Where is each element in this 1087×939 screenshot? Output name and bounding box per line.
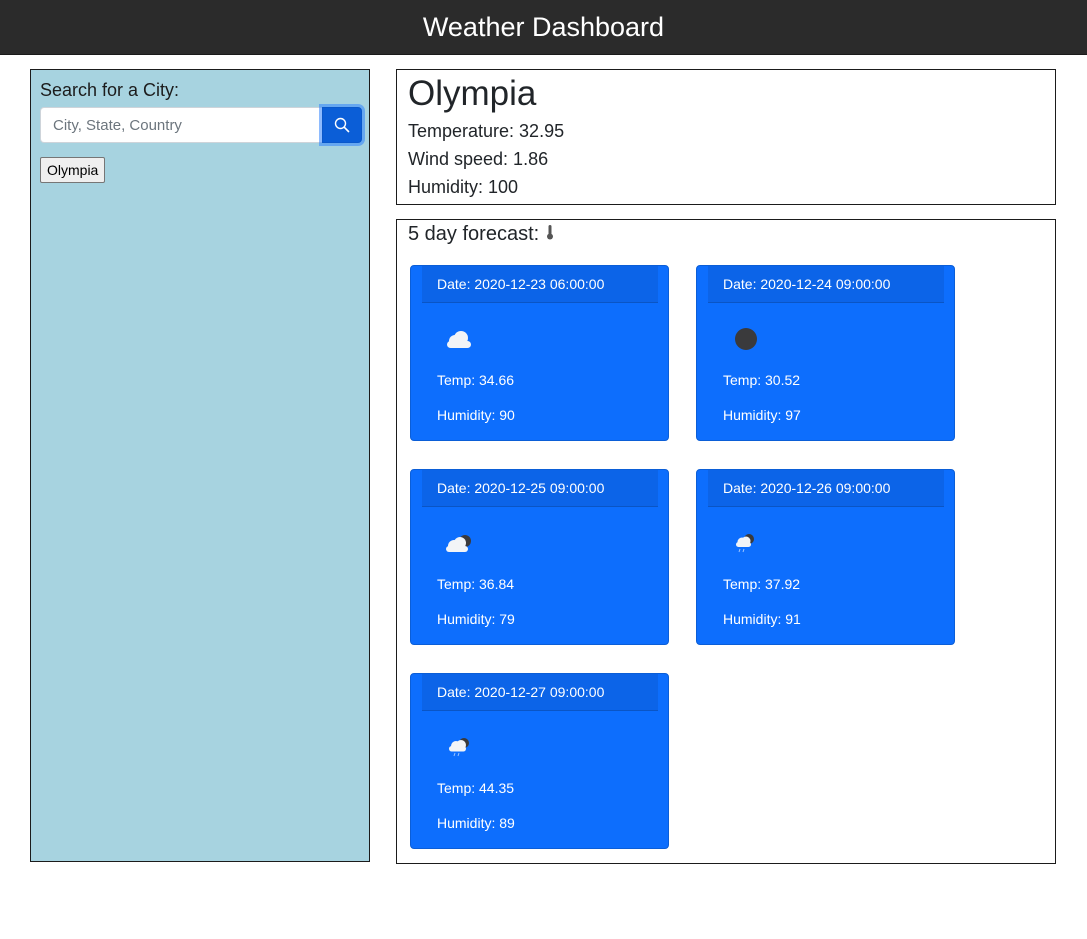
forecast-humidity: Humidity: 79 bbox=[437, 611, 515, 627]
forecast-card: Date: 2020-12-23 06:00:00 Temp: 34.66 Hu… bbox=[410, 265, 669, 441]
forecast-date: Date: 2020-12-25 09:00:00 bbox=[422, 470, 658, 507]
forecast-card: Date: 2020-12-24 09:00:00 Temp: 30.52 Hu… bbox=[696, 265, 955, 441]
forecast-card: Date: 2020-12-26 09:00:00 Temp: 37.92 Hu… bbox=[696, 469, 955, 645]
forecast-humidity: Humidity: 91 bbox=[723, 611, 801, 627]
search-icon bbox=[334, 117, 350, 133]
search-form bbox=[40, 107, 362, 143]
current-weather-panel: Olympia Temperature: 32.95 Wind speed: 1… bbox=[396, 69, 1056, 205]
dark-cloud-icon bbox=[727, 324, 763, 354]
forecast-temp: Temp: 34.66 bbox=[437, 372, 515, 388]
forecast-temp: Temp: 36.84 bbox=[437, 576, 515, 592]
forecast-temp: Temp: 30.52 bbox=[723, 372, 801, 388]
forecast-date: Date: 2020-12-23 06:00:00 bbox=[422, 266, 658, 303]
forecast-temp: Temp: 37.92 bbox=[723, 576, 801, 592]
current-temperature: Temperature: 32.95 bbox=[408, 121, 565, 141]
search-button[interactable] bbox=[322, 107, 362, 143]
rain-cloud-icon bbox=[727, 528, 763, 558]
page-title: Weather Dashboard bbox=[422, 11, 665, 42]
city-search-input[interactable] bbox=[40, 107, 322, 143]
search-sidebar: Search for a City: Olympia bbox=[30, 69, 370, 862]
search-label: Search for a City: bbox=[40, 80, 180, 100]
forecast-title: 5 day forecast: bbox=[408, 223, 540, 245]
forecast-date: Date: 2020-12-27 09:00:00 bbox=[422, 674, 658, 711]
forecast-card: Date: 2020-12-27 09:00:00 Temp: 44.35 Hu… bbox=[410, 673, 669, 849]
rain-cloud-icon bbox=[441, 732, 477, 762]
current-humidity: Humidity: 100 bbox=[408, 177, 519, 197]
forecast-heading: 5 day forecast: bbox=[408, 223, 555, 246]
current-wind-speed: Wind speed: 1.86 bbox=[408, 149, 549, 169]
history-city-button[interactable]: Olympia bbox=[40, 157, 106, 183]
forecast-card: Date: 2020-12-25 09:00:00 Temp: 36.84 Hu… bbox=[410, 469, 669, 645]
thermometer-icon bbox=[545, 223, 555, 246]
forecast-date: Date: 2020-12-26 09:00:00 bbox=[708, 470, 944, 507]
forecast-panel: 5 day forecast: Date: 2020-12-23 06:00:0… bbox=[396, 219, 1056, 864]
forecast-humidity: Humidity: 89 bbox=[437, 815, 515, 831]
forecast-humidity: Humidity: 90 bbox=[437, 407, 515, 423]
top-bar: Weather Dashboard bbox=[0, 0, 1087, 55]
broken-clouds-icon bbox=[441, 528, 477, 558]
current-city-name: Olympia bbox=[408, 74, 537, 113]
forecast-humidity: Humidity: 97 bbox=[723, 407, 801, 423]
forecast-temp: Temp: 44.35 bbox=[437, 780, 515, 796]
forecast-date: Date: 2020-12-24 09:00:00 bbox=[708, 266, 944, 303]
cloud-icon bbox=[441, 324, 477, 354]
